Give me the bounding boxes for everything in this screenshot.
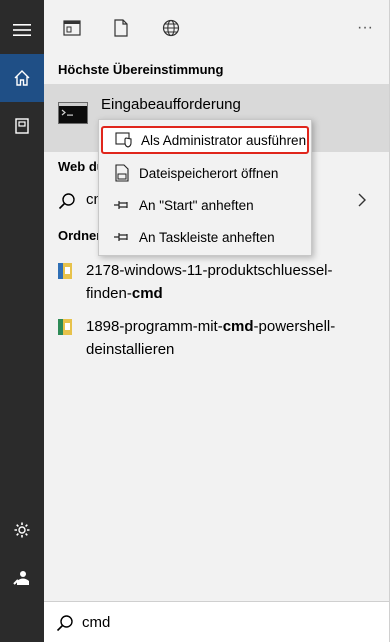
pin-to-taskbar-item[interactable]: An Taskleiste anheften [101, 223, 309, 251]
web-filter-button[interactable] [159, 16, 183, 40]
search-box[interactable] [44, 601, 390, 642]
file-location-icon [115, 164, 129, 182]
documents-filter-button[interactable] [109, 16, 133, 40]
folder-document-icon [58, 263, 72, 279]
folder-result[interactable]: 2178-windows-11-produktschluessel- finde… [44, 256, 390, 308]
document-icon [15, 118, 29, 134]
home-icon [14, 70, 30, 86]
pin-icon [114, 233, 128, 241]
gear-icon [14, 522, 30, 538]
search-results-panel: ··· Höchste Übereinstimmung Eingabeauffo… [44, 0, 390, 642]
context-menu: Als Administrator ausführen Dateispeiche… [98, 119, 312, 256]
admin-shield-icon [115, 132, 132, 148]
apps-filter-button[interactable] [60, 16, 84, 40]
open-file-location-item[interactable]: Dateispeicherort öffnen [101, 159, 309, 187]
search-icon [56, 615, 73, 632]
search-input[interactable] [82, 610, 372, 634]
documents-filter-icon [114, 19, 128, 37]
folder-document-icon [58, 319, 72, 335]
filter-bar: ··· [44, 0, 390, 56]
run-as-admin-label: Als Administrator ausführen [141, 132, 307, 148]
home-button[interactable] [0, 54, 44, 102]
user-icon [13, 571, 29, 585]
settings-button[interactable] [0, 506, 44, 554]
pin-to-taskbar-label: An Taskleiste anheften [139, 229, 275, 245]
menu-button[interactable] [0, 6, 44, 54]
folders-heading: Ordner [58, 228, 102, 243]
documents-button[interactable] [0, 102, 44, 150]
pin-icon [114, 201, 128, 209]
pin-to-start-label: An "Start" anheften [139, 197, 254, 213]
folder-result-label: 1898-programm-mit-cmd-powershell- deinst… [86, 318, 336, 358]
start-rail [0, 0, 44, 642]
more-options-button[interactable]: ··· [352, 16, 378, 40]
pin-to-start-item[interactable]: An "Start" anheften [101, 191, 309, 219]
best-match-heading: Höchste Übereinstimmung [58, 62, 224, 77]
folder-result-label: 2178-windows-11-produktschluessel- finde… [86, 262, 333, 302]
command-prompt-icon [58, 102, 88, 124]
open-file-location-label: Dateispeicherort öffnen [139, 165, 279, 181]
web-filter-icon [162, 19, 180, 37]
search-icon [58, 193, 75, 210]
hamburger-icon [13, 24, 31, 36]
apps-filter-icon [63, 20, 81, 36]
chevron-right-icon [358, 193, 366, 207]
best-match-name: Eingabeaufforderung [101, 96, 241, 113]
folder-result[interactable]: 1898-programm-mit-cmd-powershell- deinst… [44, 312, 390, 364]
run-as-admin-item[interactable]: Als Administrator ausführen [101, 126, 309, 154]
user-button[interactable] [0, 554, 44, 602]
